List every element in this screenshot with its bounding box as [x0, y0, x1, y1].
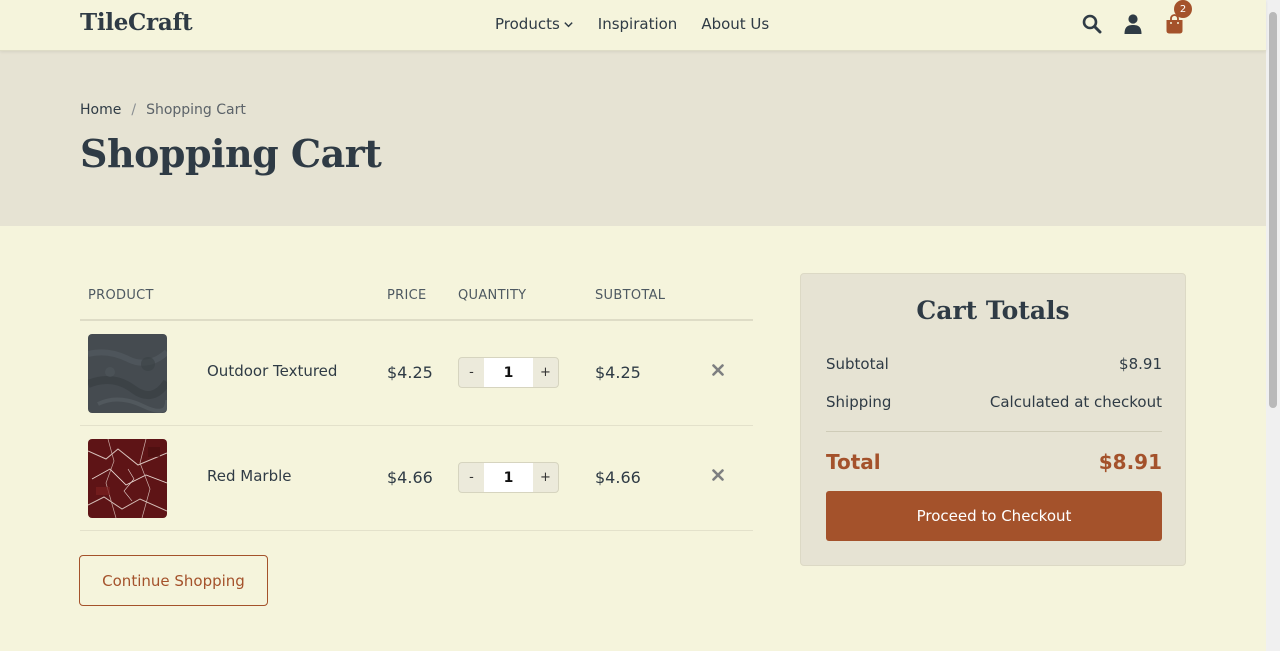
cart-totals-title: Cart Totals — [916, 296, 1070, 325]
product-price: $4.25 — [387, 363, 433, 382]
nav-products[interactable]: Products — [495, 15, 574, 33]
qty-decrease-button[interactable]: - — [459, 358, 484, 387]
search-icon — [1082, 14, 1102, 34]
subtotal-row: Subtotal $8.91 — [826, 355, 1162, 373]
page-hero: Home / Shopping Cart Shopping Cart — [0, 51, 1266, 226]
nav-inspiration[interactable]: Inspiration — [598, 15, 678, 33]
quantity-stepper: - 1 + — [458, 462, 559, 493]
total-value: $8.91 — [1098, 450, 1162, 474]
total-row: Total $8.91 — [826, 450, 1162, 474]
page-scrollbar[interactable] — [1266, 0, 1280, 651]
product-thumbnail[interactable] — [88, 439, 167, 518]
scrollbar-thumb[interactable] — [1269, 12, 1277, 408]
continue-shopping-button[interactable]: Continue Shopping — [79, 555, 268, 606]
col-quantity: QUANTITY — [458, 288, 527, 303]
shipping-value: Calculated at checkout — [989, 393, 1162, 411]
qty-decrease-button[interactable]: - — [459, 463, 484, 492]
checkout-button[interactable]: Proceed to Checkout — [826, 491, 1162, 541]
shipping-row: Shipping Calculated at checkout — [826, 393, 1162, 411]
product-subtotal: $4.25 — [595, 363, 641, 382]
breadcrumb-separator: / — [131, 102, 137, 118]
cart-table: PRODUCT PRICE QUANTITY SUBTOTAL Outdoor … — [80, 272, 753, 531]
qty-input[interactable]: 1 — [484, 463, 533, 492]
subtotal-value: $8.91 — [1119, 355, 1162, 373]
subtotal-label: Subtotal — [826, 355, 889, 373]
page-title: Shopping Cart — [80, 131, 382, 176]
cart-totals-panel: Cart Totals Subtotal $8.91 Shipping Calc… — [800, 273, 1186, 566]
cart-count-badge: 2 — [1174, 0, 1192, 18]
col-subtotal: SUBTOTAL — [595, 288, 666, 303]
account-button[interactable] — [1121, 12, 1145, 36]
qty-input[interactable]: 1 — [484, 358, 533, 387]
shipping-label: Shipping — [826, 393, 892, 411]
col-product: PRODUCT — [88, 288, 154, 303]
remove-item-button[interactable] — [709, 466, 727, 484]
user-icon — [1124, 14, 1142, 34]
nav-about-us[interactable]: About Us — [701, 15, 769, 33]
main-nav: Products Inspiration About Us — [495, 15, 793, 33]
col-price: PRICE — [387, 288, 427, 303]
close-icon — [712, 364, 724, 376]
breadcrumb: Home / Shopping Cart — [80, 102, 246, 118]
product-name[interactable]: Outdoor Textured — [207, 362, 337, 380]
nav-about-us-label: About Us — [701, 15, 770, 33]
product-price: $4.66 — [387, 468, 433, 487]
cart-button[interactable]: 2 — [1162, 0, 1192, 36]
product-name[interactable]: Red Marble — [207, 467, 292, 485]
product-subtotal: $4.66 — [595, 468, 641, 487]
nav-inspiration-label: Inspiration — [597, 15, 678, 33]
breadcrumb-current: Shopping Cart — [146, 102, 246, 118]
close-icon — [712, 469, 724, 481]
qty-increase-button[interactable]: + — [533, 358, 558, 387]
nav-products-label: Products — [495, 15, 560, 33]
chevron-down-icon — [564, 21, 573, 27]
search-button[interactable] — [1080, 12, 1104, 36]
totals-divider — [826, 431, 1162, 432]
table-row: Outdoor Textured $4.25 - 1 + $4.25 — [80, 321, 753, 426]
quantity-stepper: - 1 + — [458, 357, 559, 388]
brand-logo[interactable]: TileCraft — [80, 9, 193, 36]
qty-increase-button[interactable]: + — [533, 463, 558, 492]
product-thumbnail[interactable] — [88, 334, 167, 413]
total-label: Total — [826, 450, 881, 474]
table-header: PRODUCT PRICE QUANTITY SUBTOTAL — [80, 272, 753, 321]
remove-item-button[interactable] — [709, 361, 727, 379]
site-header: TileCraft Products Inspiration About Us … — [0, 0, 1266, 51]
header-icons: 2 — [1080, 0, 1192, 36]
table-row: Red Marble $4.66 - 1 + $4.66 — [80, 426, 753, 531]
breadcrumb-home[interactable]: Home — [80, 102, 121, 118]
